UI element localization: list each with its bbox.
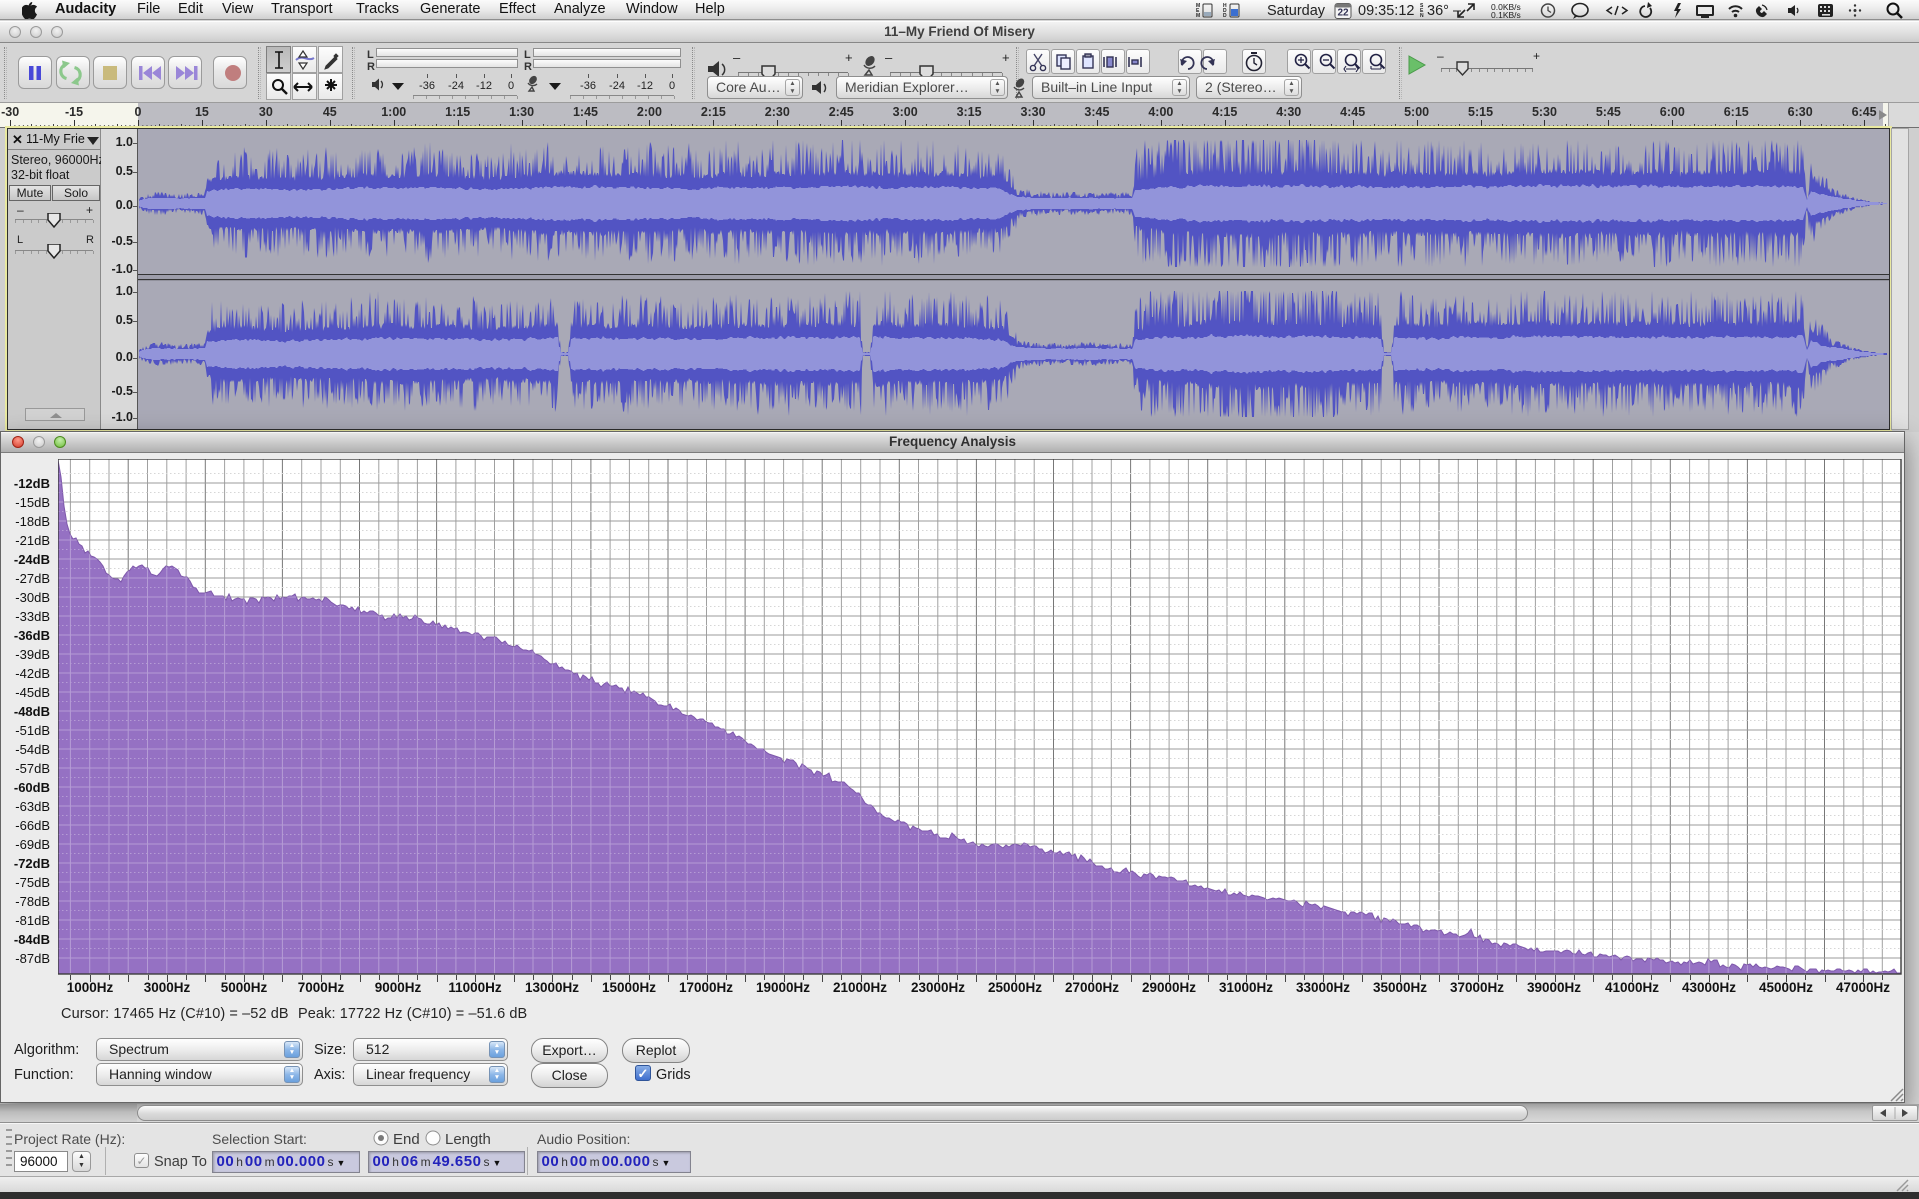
svg-text:M: M bbox=[1196, 13, 1200, 19]
svg-text:+: + bbox=[845, 52, 853, 65]
svg-text:-36: -36 bbox=[580, 80, 596, 92]
svg-text:22: 22 bbox=[1338, 8, 1350, 19]
svg-text:09:35:12: 09:35:12 bbox=[1358, 3, 1414, 19]
svg-text:-12: -12 bbox=[476, 80, 492, 92]
svg-text:–: – bbox=[885, 52, 893, 65]
svg-text:+: + bbox=[1002, 52, 1010, 65]
svg-text:-24: -24 bbox=[609, 80, 625, 92]
svg-text:-24: -24 bbox=[448, 80, 464, 92]
svg-text:-36: -36 bbox=[419, 80, 435, 92]
svg-text:N: N bbox=[1420, 13, 1424, 19]
svg-text:–: – bbox=[733, 52, 741, 65]
svg-text:0.1KB/s: 0.1KB/s bbox=[1491, 10, 1521, 20]
svg-text:-12: -12 bbox=[637, 80, 653, 92]
svg-text:+: + bbox=[1533, 52, 1540, 63]
svg-text:0: 0 bbox=[669, 80, 675, 92]
svg-text:Saturday: Saturday bbox=[1267, 3, 1326, 19]
svg-text:36° –: 36° – bbox=[1427, 3, 1462, 19]
svg-text:–: – bbox=[1437, 52, 1444, 63]
svg-text:D: D bbox=[1223, 13, 1227, 19]
svg-text:0: 0 bbox=[508, 80, 514, 92]
